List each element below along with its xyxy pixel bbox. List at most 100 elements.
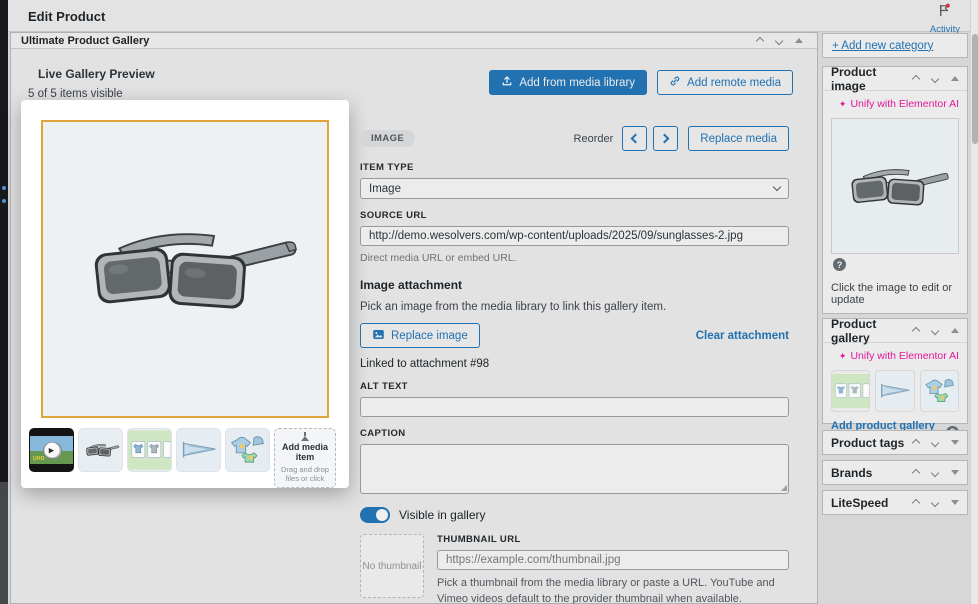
replace-image-button[interactable]: Replace image <box>360 323 480 348</box>
add-remote-media-button[interactable]: Add remote media <box>657 70 793 95</box>
litespeed-panel-header[interactable]: LiteSpeed <box>823 491 967 514</box>
product-image-panel: Product image ✦ Unify with Elementor AI <box>822 64 968 330</box>
litespeed-title: LiteSpeed <box>831 495 889 510</box>
move-up-icon[interactable] <box>911 326 921 335</box>
thumbnail-url-input[interactable] <box>437 550 789 570</box>
move-up-icon[interactable] <box>911 468 921 477</box>
unify-elementor-ai-link[interactable]: ✦ Unify with Elementor AI <box>823 91 967 113</box>
reorder-prev-button[interactable] <box>622 126 648 151</box>
product-tags-panel-header[interactable]: Product tags <box>823 431 967 454</box>
source-url-help: Direct media URL or embed URL. <box>360 252 517 264</box>
move-up-icon[interactable] <box>911 438 921 447</box>
item-settings-form: IMAGE Reorder Replace media ITEM TYPE Im… <box>360 126 789 604</box>
collapse-toggle-icon[interactable] <box>951 500 959 505</box>
collapse-toggle-icon[interactable] <box>795 38 803 43</box>
move-down-icon[interactable] <box>930 468 940 477</box>
product-tags-panel: Product tags <box>822 430 968 455</box>
collapse-toggle-icon[interactable] <box>951 328 959 333</box>
move-down-icon[interactable] <box>774 36 784 45</box>
product-image-panel-header[interactable]: Product image <box>823 64 967 93</box>
collapse-toggle-icon[interactable] <box>951 440 959 445</box>
scrollbar-thumb[interactable] <box>972 34 978 144</box>
move-down-icon[interactable] <box>930 74 940 83</box>
brands-panel: Brands <box>822 460 968 485</box>
move-down-icon[interactable] <box>930 498 940 507</box>
pennant-gallery-thumbnail[interactable] <box>875 370 915 412</box>
add-from-media-library-label: Add from media library <box>519 76 636 89</box>
product-image-title: Product image <box>831 64 877 93</box>
collapse-toggle-icon[interactable] <box>951 76 959 81</box>
source-url-input[interactable] <box>360 226 789 246</box>
clothing-image <box>226 430 269 470</box>
video-thumbnail[interactable]: UHD ▶ <box>29 428 74 472</box>
visible-items-count: 5 of 5 items visible <box>28 88 123 100</box>
move-down-icon[interactable] <box>930 438 940 447</box>
ultimate-product-gallery-metabox: Ultimate Product Gallery Live Gallery Pr… <box>10 32 818 604</box>
add-media-item-dropzone[interactable]: Add media item Drag and drop files or cl… <box>274 428 336 488</box>
caption-label: CAPTION <box>360 428 406 439</box>
move-down-icon[interactable] <box>930 326 940 335</box>
chevron-right-icon <box>659 133 670 144</box>
visible-in-gallery-toggle[interactable] <box>360 507 390 523</box>
pennant-thumbnail[interactable] <box>176 428 221 472</box>
help-icon[interactable]: ? <box>833 258 846 271</box>
product-sidebar: + Add new category Product image ✦ Unify… <box>822 0 968 604</box>
add-from-media-library-button[interactable]: Add from media library <box>489 70 648 95</box>
collapse-toggle-icon[interactable] <box>951 470 959 475</box>
sunglasses-product-image <box>851 168 949 206</box>
clothing-gallery-thumbnail[interactable] <box>919 370 959 412</box>
item-type-select[interactable]: Image <box>360 178 789 199</box>
add-remote-media-label: Add remote media <box>687 76 781 89</box>
chevron-down-icon <box>772 182 782 192</box>
selected-item-stage[interactable] <box>41 120 329 418</box>
resize-grip-icon[interactable]: ◢ <box>781 483 787 492</box>
move-up-icon[interactable] <box>755 36 765 45</box>
product-image-note: Click the image to edit or update <box>831 282 953 306</box>
move-up-icon[interactable] <box>911 498 921 507</box>
edit-product-screen: Edit Product Activity Ultimate Product G… <box>0 0 978 604</box>
unify-elementor-ai-label: Unify with Elementor AI <box>850 350 959 362</box>
link-icon <box>669 75 681 90</box>
no-thumbnail-placeholder: No thumbnail <box>360 534 424 598</box>
item-type-badge: IMAGE <box>360 130 416 147</box>
clothing-thumbnail[interactable] <box>225 428 270 472</box>
linked-attachment-text: Linked to attachment #98 <box>360 358 490 370</box>
product-image-thumbnail[interactable] <box>831 118 959 254</box>
thumbnail-url-label: THUMBNAIL URL <box>437 534 521 545</box>
product-gallery-panel-header[interactable]: Product gallery <box>823 316 967 345</box>
clear-attachment-link[interactable]: Clear attachment <box>696 330 789 342</box>
metabox-title: Ultimate Product Gallery <box>21 34 150 47</box>
replace-media-button[interactable]: Replace media <box>688 126 789 151</box>
admin-menu-strip[interactable] <box>0 0 8 604</box>
replace-image-label: Replace image <box>391 329 468 342</box>
sunglasses-thumbnail[interactable] <box>78 428 123 472</box>
tshirt-cards-gallery-thumbnail[interactable] <box>831 370 871 412</box>
pennant-image <box>177 430 220 470</box>
product-tags-title: Product tags <box>831 435 905 450</box>
page-scrollbar[interactable] <box>970 0 978 604</box>
move-up-icon[interactable] <box>911 74 921 83</box>
sparkle-icon: ✦ <box>838 98 847 109</box>
metabox-header: Ultimate Product Gallery <box>11 33 817 49</box>
caption-textarea[interactable] <box>360 444 789 494</box>
unify-elementor-ai-link[interactable]: ✦ Unify with Elementor AI <box>823 343 967 365</box>
live-preview-heading: Live Gallery Preview <box>38 67 155 81</box>
image-attachment-description: Pick an image from the media library to … <box>360 301 667 313</box>
admin-menu-strip-bottom <box>0 482 8 604</box>
upload-icon <box>501 75 513 90</box>
product-gallery-thumbnails <box>823 365 967 412</box>
item-type-label: ITEM TYPE <box>360 162 414 173</box>
no-thumbnail-label: No thumbnail <box>362 560 422 572</box>
product-gallery-title: Product gallery <box>831 316 877 345</box>
add-new-category-link[interactable]: + Add new category <box>832 40 933 52</box>
metabox-body: Live Gallery Preview 5 of 5 items visibl… <box>11 50 817 604</box>
alt-text-input[interactable] <box>360 397 789 417</box>
admin-menu-dot-icon <box>2 199 6 203</box>
tshirt-cards-thumbnail[interactable] <box>127 428 172 472</box>
sunglasses-mini-image <box>85 444 119 457</box>
brands-panel-header[interactable]: Brands <box>823 461 967 484</box>
reorder-next-button[interactable] <box>653 126 679 151</box>
admin-menu-dot-icon <box>2 186 6 190</box>
alt-text-label: ALT TEXT <box>360 381 408 392</box>
replace-media-label: Replace media <box>700 132 777 145</box>
